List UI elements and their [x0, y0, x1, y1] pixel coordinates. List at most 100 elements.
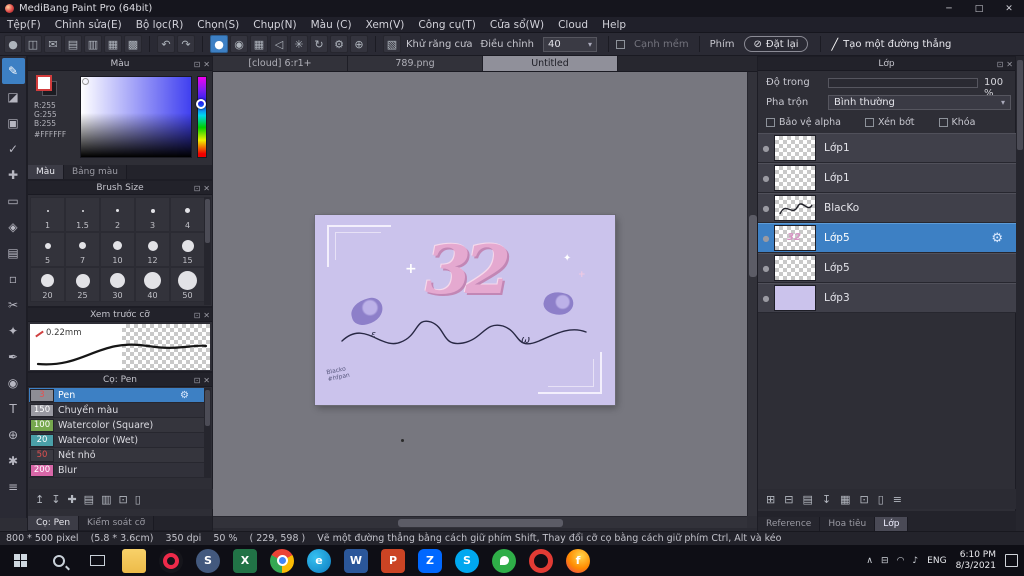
tab-size-control[interactable]: Kiểm soát cỡ [79, 516, 155, 530]
taskbar-app-icon[interactable]: S [455, 548, 479, 573]
tab-layers[interactable]: Lớp [875, 517, 909, 532]
taskbar-app-icon[interactable] [122, 548, 146, 573]
brush-size-cell[interactable]: 7 [65, 232, 100, 267]
toolbar-icon[interactable]: ▦ [104, 35, 122, 53]
taskbar-app-icon[interactable]: S [196, 548, 220, 573]
undo-icon[interactable]: ↶ [157, 35, 175, 53]
brush-toolbar-icon[interactable]: ✚ [67, 493, 76, 506]
document-tab[interactable]: [cloud] 6:r1+ [213, 56, 348, 71]
menu-item[interactable]: Tệp(F) [0, 17, 48, 33]
scrollbar-thumb[interactable] [749, 215, 757, 277]
menu-item[interactable]: Bộ lọc(R) [129, 17, 191, 33]
brush-size-cell[interactable]: 1.5 [65, 197, 100, 232]
taskbar-app-icon[interactable]: X [233, 548, 257, 573]
taskbar-app-icon[interactable]: W [344, 548, 368, 573]
tray-icon[interactable]: ⊟ [881, 556, 889, 566]
brush-size-cell[interactable]: 40 [135, 267, 170, 302]
brush-size-cell[interactable]: 10 [100, 232, 135, 267]
toolbar-icon[interactable]: ▥ [84, 35, 102, 53]
layer-toolbar-icon[interactable]: ⊡ [859, 493, 868, 506]
tool-button[interactable]: ✂ [2, 292, 25, 318]
toolbar-icon[interactable]: ◉ [230, 35, 248, 53]
brush-toolbar-icon[interactable]: ▥ [101, 493, 111, 506]
taskbar-app-icon[interactable] [492, 548, 516, 573]
active-tool-icon[interactable]: ● [210, 35, 228, 53]
brush-size-cell[interactable]: 1 [30, 197, 65, 232]
canvas-viewport[interactable]: 32 + ✦ + ω ε Blacko #hfpan [213, 72, 747, 516]
close-icon[interactable]: ✕ [203, 60, 210, 69]
menu-item[interactable]: Xem(V) [359, 17, 412, 33]
layer-row-selected[interactable]: ● 32 Lớp5 ⚙ [758, 223, 1017, 253]
popout-icon[interactable]: ⊡ [194, 311, 201, 320]
menu-item[interactable]: Chỉnh sửa(E) [48, 17, 129, 33]
close-icon[interactable]: ✕ [203, 376, 210, 385]
scrollbar[interactable] [204, 388, 211, 478]
scrollbar-thumb[interactable] [205, 199, 210, 243]
toolbar-icon[interactable]: ↻ [310, 35, 328, 53]
reset-button[interactable]: ⊘ Đặt lại [744, 36, 808, 52]
brush-toolbar-icon[interactable]: ▤ [84, 493, 94, 506]
toolbar-icon[interactable]: ● [4, 35, 22, 53]
hue-slider[interactable] [196, 76, 207, 158]
brush-size-cell[interactable]: 3 [135, 197, 170, 232]
brush-size-cell[interactable]: 2 [100, 197, 135, 232]
layer-row[interactable]: ● Lớp5 [758, 253, 1017, 283]
taskbar-app-icon[interactable]: f [566, 548, 590, 573]
taskbar-app-icon[interactable]: P [381, 548, 405, 573]
search-button[interactable] [40, 545, 78, 576]
popout-icon[interactable]: ⊡ [194, 184, 201, 193]
brush-row[interactable]: 150 Chuyển màu [29, 403, 205, 418]
layer-visibility-dot[interactable]: ● [758, 294, 774, 303]
tray-icon[interactable]: ♪ [912, 556, 918, 566]
brush-toolbar-icon[interactable]: ↧ [51, 493, 60, 506]
popout-icon[interactable]: ⊡ [194, 60, 201, 69]
tool-button[interactable]: ▫ [2, 266, 25, 292]
brush-row[interactable]: 100 Watercolor (Square) [29, 418, 205, 433]
layer-toolbar-icon[interactable]: ▦ [840, 493, 850, 506]
tab-reference[interactable]: Reference [758, 517, 821, 532]
menu-item[interactable]: Chọn(S) [190, 17, 246, 33]
menu-item[interactable]: Màu (C) [304, 17, 359, 33]
tool-button[interactable]: ✎ [1, 58, 25, 84]
toolbar-icon[interactable]: ◫ [24, 35, 42, 53]
tool-button[interactable]: ✓ [2, 136, 25, 162]
layer-row[interactable]: ● Lớp1 [758, 133, 1017, 163]
antialias-icon[interactable]: ▧ [383, 35, 401, 53]
language-indicator[interactable]: ENG [927, 556, 946, 566]
menu-item[interactable]: Help [595, 17, 633, 33]
scrollbar-thumb[interactable] [398, 519, 563, 527]
menu-item[interactable]: Chụp(N) [246, 17, 303, 33]
brush-size-cell[interactable]: 15 [170, 232, 205, 267]
adjust-dropdown[interactable]: 40 ▾ [542, 36, 597, 52]
clipping-checkbox[interactable] [865, 117, 874, 127]
maximize-button[interactable]: □ [964, 0, 994, 17]
taskbar-app-icon[interactable]: e [307, 548, 331, 573]
tool-button[interactable]: ✱ [2, 448, 25, 474]
brush-size-cell[interactable]: 12 [135, 232, 170, 267]
taskbar-app-icon[interactable] [270, 548, 294, 573]
scrollbar-thumb[interactable] [205, 390, 210, 426]
brush-row[interactable]: 50 Nét nhỏ [29, 448, 205, 463]
layer-toolbar-icon[interactable]: ⊞ [766, 493, 775, 506]
scrollbar[interactable] [204, 197, 211, 305]
tool-button[interactable]: ▤ [2, 240, 25, 266]
tab-brush[interactable]: Cọ: Pen [28, 516, 80, 530]
toolbar-icon[interactable]: ◁ [270, 35, 288, 53]
minimize-button[interactable]: ─ [934, 0, 964, 17]
brush-size-cell[interactable]: 5 [30, 232, 65, 267]
layer-settings-gear-icon[interactable]: ⚙ [991, 231, 1003, 246]
foreground-color-swatch[interactable] [36, 75, 52, 91]
artwork[interactable]: 32 + ✦ + ω ε Blacko #hfpan [315, 215, 615, 405]
layer-row[interactable]: ● Lớp3 [758, 283, 1017, 313]
close-icon[interactable]: ✕ [203, 311, 210, 320]
toolbar-icon[interactable]: ⊕ [350, 35, 368, 53]
tool-button[interactable]: ≡ [2, 474, 25, 500]
brush-row[interactable]: 3 Pen ⚙ [29, 388, 205, 403]
scrollbar-thumb[interactable] [1017, 60, 1023, 150]
toolbar-icon[interactable]: ⚙ [330, 35, 348, 53]
lock-checkbox[interactable] [938, 117, 948, 127]
document-tab[interactable]: 789.png [348, 56, 483, 71]
tray-icon[interactable]: ∧ [866, 556, 873, 566]
document-tab-active[interactable]: Untitled [483, 56, 618, 71]
layer-row[interactable]: ● Lớp1 [758, 163, 1017, 193]
